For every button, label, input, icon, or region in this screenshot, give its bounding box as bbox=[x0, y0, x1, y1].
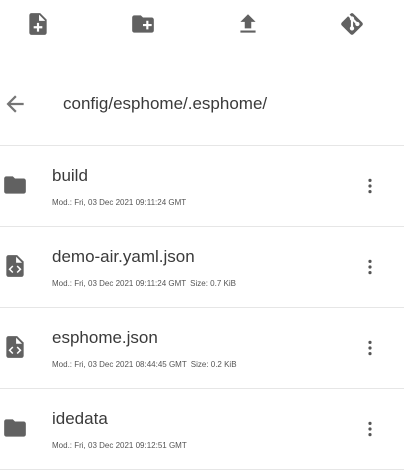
arrow-left-icon bbox=[6, 95, 24, 113]
new-folder-button[interactable] bbox=[129, 10, 157, 38]
git-button[interactable] bbox=[338, 10, 366, 38]
file-name: demo-air.yaml.json bbox=[52, 247, 195, 266]
file-modified: Mod.: Fri, 03 Dec 2021 09:11:24 GMT bbox=[52, 198, 187, 207]
new-file-button[interactable] bbox=[24, 10, 52, 38]
more-menu-button[interactable] bbox=[358, 417, 382, 441]
toolbar bbox=[0, 0, 404, 52]
file-modified: Mod.: Fri, 03 Dec 2021 09:11:24 GMT bbox=[52, 279, 187, 288]
file-modified: Mod.: Fri, 03 Dec 2021 08:44:45 GMT bbox=[52, 360, 187, 369]
path-bar: config/esphome/.esphome/ bbox=[0, 72, 404, 134]
more-menu-button[interactable] bbox=[358, 255, 382, 279]
file-name: build bbox=[52, 166, 88, 185]
new-file-icon bbox=[29, 13, 47, 35]
file-size: Size: 0.7 KiB bbox=[190, 279, 236, 288]
file-name: idedata bbox=[52, 409, 108, 428]
upload-button[interactable] bbox=[234, 10, 262, 38]
dots-vertical-icon bbox=[368, 178, 372, 194]
more-menu-button[interactable] bbox=[358, 174, 382, 198]
list-item-esphome-json[interactable]: esphome.json Mod.: Fri, 03 Dec 2021 08:4… bbox=[0, 307, 404, 388]
dots-vertical-icon bbox=[368, 259, 372, 275]
current-path: config/esphome/.esphome/ bbox=[63, 94, 268, 113]
more-menu-button[interactable] bbox=[358, 336, 382, 360]
folder-icon bbox=[2, 172, 28, 198]
upload-icon bbox=[240, 14, 256, 33]
git-icon bbox=[341, 13, 363, 35]
folder-icon bbox=[2, 415, 28, 441]
file-meta: Mod.: Fri, 03 Dec 2021 08:44:45 GMT Size:… bbox=[52, 360, 237, 369]
file-modified: Mod.: Fri, 03 Dec 2021 09:12:51 GMT bbox=[52, 441, 187, 450]
file-meta: Mod.: Fri, 03 Dec 2021 09:12:51 GMT bbox=[52, 441, 187, 450]
file-name: esphome.json bbox=[52, 328, 158, 347]
list-item-demo-air-yaml-json[interactable]: demo-air.yaml.json Mod.: Fri, 03 Dec 202… bbox=[0, 226, 404, 307]
file-meta: Mod.: Fri, 03 Dec 2021 09:11:24 GMT Size:… bbox=[52, 279, 236, 288]
dots-vertical-icon bbox=[368, 421, 372, 437]
code-file-icon bbox=[2, 253, 28, 279]
code-file-icon bbox=[2, 334, 28, 360]
file-meta: Mod.: Fri, 03 Dec 2021 09:11:24 GMT bbox=[52, 198, 186, 207]
back-button[interactable] bbox=[2, 91, 28, 117]
dots-vertical-icon bbox=[368, 340, 372, 356]
file-list: build Mod.: Fri, 03 Dec 2021 09:11:24 GM… bbox=[0, 145, 404, 470]
list-item-idedata[interactable]: idedata Mod.: Fri, 03 Dec 2021 09:12:51 … bbox=[0, 388, 404, 470]
list-item-build[interactable]: build Mod.: Fri, 03 Dec 2021 09:11:24 GM… bbox=[0, 145, 404, 226]
new-folder-icon bbox=[132, 15, 154, 33]
file-size: Size: 0.2 KiB bbox=[190, 360, 237, 369]
